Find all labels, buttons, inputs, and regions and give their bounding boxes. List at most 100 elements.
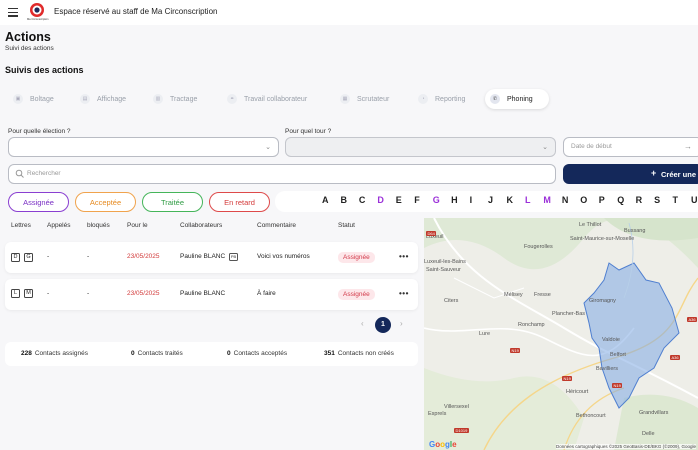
phone-icon: ✆ — [490, 94, 500, 104]
box-icon: ▣ — [13, 94, 23, 104]
page-title: Actions — [5, 30, 51, 44]
bloques-value: - — [87, 253, 90, 260]
bloques-value: - — [87, 290, 90, 297]
tab-label: Travail collaborateur — [244, 95, 308, 103]
map-place-label: Delle — [642, 431, 655, 437]
road-badge: A36 — [670, 355, 681, 360]
map-place-label: Saint-Sauveur — [426, 267, 461, 273]
map-view[interactable]: Luxeuil Le Thillot Bussang Saint-Maurice… — [424, 218, 698, 450]
filter-chip-acceptee[interactable]: Acceptée — [75, 192, 136, 212]
stat-label: Contacts acceptés — [233, 350, 288, 357]
alphabet-letter-t[interactable]: T — [673, 195, 679, 205]
create-button-label: Créer une a — [661, 170, 698, 179]
search-input[interactable]: Rechercher — [8, 164, 556, 184]
map-place-label: Fresse — [534, 292, 551, 298]
tab-boltage[interactable]: ▣ Boltage — [8, 89, 70, 109]
tab-reporting[interactable]: ◔ Reporting — [413, 89, 479, 109]
header-bloques: bloqués — [87, 222, 110, 229]
alphabet-letter-o[interactable]: O — [580, 195, 587, 205]
tab-scrutateur[interactable]: ▦ Scrutateur — [335, 89, 401, 109]
table-row[interactable]: L M - - 23/05/2025 Pauline BLANC À faire… — [5, 279, 418, 310]
alphabet-letter-f[interactable]: F — [414, 195, 420, 205]
tab-tractage[interactable]: ▥ Tractage — [148, 89, 211, 109]
alphabet-letter-l[interactable]: L — [525, 195, 531, 205]
alphabet-letter-a[interactable]: A — [322, 195, 329, 205]
header-pour-le: Pour le — [127, 222, 148, 229]
start-date-input[interactable]: Date de début → — [563, 137, 698, 157]
alphabet-letter-r[interactable]: R — [636, 195, 643, 205]
alphabet-letter-d[interactable]: D — [377, 195, 384, 205]
header-lettres: Lettres — [11, 222, 31, 229]
election-select[interactable]: ⌄ — [8, 137, 279, 157]
letter-box: G — [24, 253, 33, 262]
map-place-label: Lure — [479, 331, 491, 337]
stat-value: 228 — [21, 350, 32, 357]
stat-processed: 0 Contacts traités — [131, 350, 183, 357]
alphabet-letter-e[interactable]: E — [396, 195, 402, 205]
tab-label: Tractage — [170, 95, 198, 103]
tab-label: Reporting — [435, 95, 466, 103]
tab-label: Scrutateur — [357, 95, 390, 103]
create-action-button[interactable]: + Créer une a — [563, 164, 698, 184]
filter-chip-traitee[interactable]: Traitée — [142, 192, 203, 212]
map-place-label: Ronchamp — [518, 322, 545, 328]
more-options-icon[interactable]: ••• — [399, 252, 409, 261]
status-badge: Assignée — [338, 252, 375, 263]
stat-label: Contacts traités — [137, 350, 183, 357]
alphabet-letter-j[interactable]: J — [488, 195, 493, 205]
tab-travail-collaborateur[interactable]: ⚭ Travail collaborateur — [222, 89, 322, 109]
stat-label: Contacts assignés — [34, 350, 88, 357]
section-title: Suivis des actions — [5, 65, 84, 75]
filter-chip-assignee[interactable]: Assignée — [8, 192, 69, 212]
stat-value: 0 — [227, 350, 231, 357]
google-logo: Google — [429, 440, 457, 449]
alphabet-letter-i[interactable]: I — [470, 195, 473, 205]
tour-label: Pour quel tour ? — [285, 128, 332, 135]
map-place-label: Saint-Maurice-sur-Moselle — [570, 236, 635, 242]
alphabet-letter-k[interactable]: K — [507, 195, 514, 205]
alphabet-letter-g[interactable]: G — [433, 195, 440, 205]
letter-box: M — [24, 289, 33, 298]
stat-not-created: 351 Contacts non créés — [324, 350, 394, 357]
alphabet-letter-p[interactable]: P — [599, 195, 605, 205]
tab-label: Boltage — [30, 95, 54, 103]
road-badge: N19 — [562, 376, 573, 381]
map-place-label: Esprels — [428, 411, 447, 417]
pagination-next-button[interactable]: › — [400, 319, 403, 328]
search-placeholder: Rechercher — [27, 170, 61, 177]
alphabet-letter-n[interactable]: N — [562, 195, 569, 205]
alphabet-letter-q[interactable]: Q — [617, 195, 624, 205]
hamburger-menu-icon[interactable] — [8, 8, 18, 17]
alphabet-letter-c[interactable]: C — [359, 195, 366, 205]
alphabet-letter-m[interactable]: M — [543, 195, 551, 205]
stat-value: 351 — [324, 350, 335, 357]
alphabet-letter-s[interactable]: S — [654, 195, 660, 205]
map-place-label: Grandvillars — [639, 410, 669, 416]
alphabet-letter-u[interactable]: U — [691, 195, 698, 205]
top-bar: Ma Circonscription Espace réservé au sta… — [0, 0, 698, 25]
map-place-label: Giromagny — [589, 298, 616, 304]
header-collaborateurs: Collaborateurs — [180, 222, 223, 229]
more-options-icon[interactable]: ••• — [399, 289, 409, 298]
map-place-label: Bavilliers — [596, 366, 619, 372]
map-copyright: Données cartographiques ©2025 GeoBasis-D… — [556, 444, 696, 449]
alphabet-letter-b[interactable]: B — [340, 195, 347, 205]
map-place-label: Villersexel — [444, 404, 469, 410]
filter-chip-en-retard[interactable]: En retard — [209, 192, 270, 212]
road-badge: N19 — [510, 348, 521, 353]
tour-select[interactable]: ⌄ — [285, 137, 556, 157]
flyer-icon: ▥ — [153, 94, 163, 104]
alphabet-letter-h[interactable]: H — [451, 195, 458, 205]
pagination-current-page[interactable]: 1 — [375, 317, 391, 333]
date-placeholder: Date de début — [571, 143, 612, 150]
pagination-prev-button[interactable]: ‹ — [361, 319, 364, 328]
tab-phoning[interactable]: ✆ Phoning — [485, 89, 549, 109]
appeles-value: - — [47, 290, 50, 297]
plus-icon: + — [651, 168, 657, 178]
logo-text: Ma Circonscription — [27, 18, 49, 21]
table-row[interactable]: D G - - 23/05/2025 Pauline BLANC PB Voic… — [5, 242, 418, 273]
road-badge: D1019 — [454, 428, 469, 433]
tab-affichage[interactable]: ▤ Affichage — [75, 89, 141, 109]
road-badge: D64 — [426, 231, 437, 236]
stat-assigned: 228 Contacts assignés — [21, 350, 88, 357]
